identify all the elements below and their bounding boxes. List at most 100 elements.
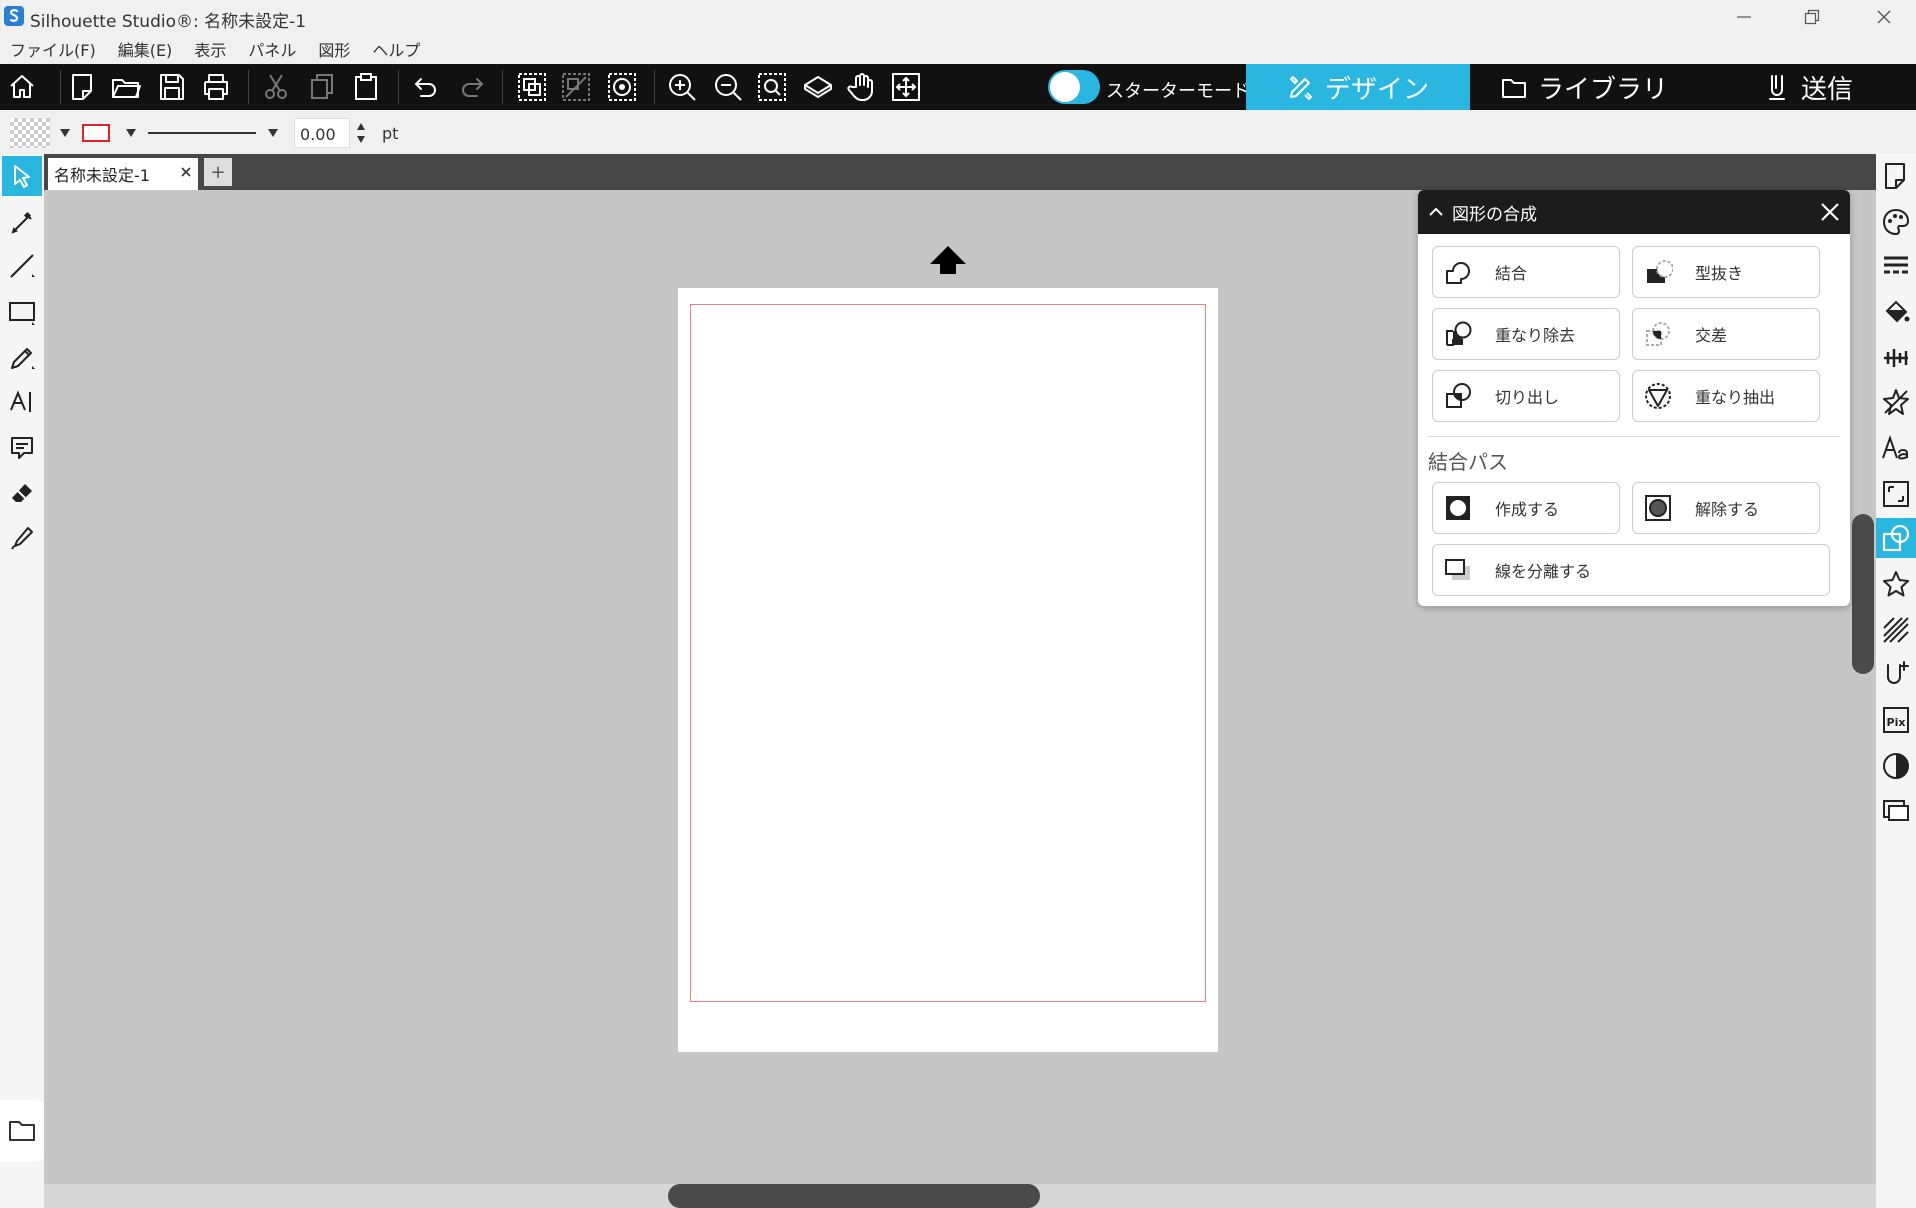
pan-hand-icon[interactable] xyxy=(840,64,884,110)
fit-all-icon[interactable] xyxy=(884,64,928,110)
group-icon[interactable] xyxy=(510,64,554,110)
page-setup-icon[interactable] xyxy=(1876,156,1916,196)
save-icon[interactable] xyxy=(150,64,194,110)
stroke-color-swatch[interactable] xyxy=(82,124,110,142)
send-panel-icon[interactable] xyxy=(1876,654,1916,694)
compound-path-heading: 結合パス xyxy=(1428,450,1508,474)
collapse-icon[interactable] xyxy=(1426,202,1446,222)
transform-panel-icon[interactable] xyxy=(1876,382,1916,422)
minimize-button[interactable] xyxy=(1716,0,1772,34)
release-compound-icon xyxy=(1643,493,1673,523)
paste-icon[interactable] xyxy=(344,64,388,110)
new-icon[interactable] xyxy=(60,64,104,110)
starter-mode-toggle[interactable] xyxy=(1048,70,1100,104)
line-tool-icon[interactable] xyxy=(2,246,42,286)
separate-lines-button[interactable]: 線を分離する xyxy=(1432,544,1830,596)
trace-panel-icon[interactable] xyxy=(1876,746,1916,786)
svg-text:Pix: Pix xyxy=(1887,716,1906,729)
right-panel-bar: Pix xyxy=(1876,154,1916,1208)
divide-icon xyxy=(1443,381,1473,411)
menu-view[interactable]: 表示 xyxy=(194,37,226,61)
home-icon[interactable] xyxy=(0,64,44,110)
line-style-panel-icon[interactable] xyxy=(1876,246,1916,286)
fit-page-icon[interactable] xyxy=(796,64,840,110)
rectangle-tool-icon[interactable] xyxy=(2,292,42,332)
crop-button[interactable]: 重なり抽出 xyxy=(1632,370,1820,422)
make-compound-button[interactable]: 作成する xyxy=(1432,482,1620,534)
divide-label: 切り出し xyxy=(1495,388,1560,407)
menu-help[interactable]: ヘルプ xyxy=(372,37,420,61)
app-logo-icon xyxy=(4,6,24,26)
undo-icon[interactable] xyxy=(404,64,448,110)
subtract-icon xyxy=(1643,257,1673,287)
document-tab[interactable]: 名称未設定-1 xyxy=(48,158,198,190)
print-icon[interactable] xyxy=(194,64,238,110)
copy-icon[interactable] xyxy=(300,64,344,110)
text-box-tool-icon[interactable] xyxy=(2,428,42,468)
select-tool-icon[interactable] xyxy=(2,156,42,196)
pixscan-panel-icon[interactable]: Pix xyxy=(1876,700,1916,740)
modify-panel-icon[interactable] xyxy=(1876,518,1916,558)
divide-button[interactable]: 切り出し xyxy=(1432,370,1620,422)
modify-panel-header[interactable]: 図形の合成 xyxy=(1418,190,1850,234)
line-width-spinner[interactable] xyxy=(355,118,367,148)
compound-icon[interactable] xyxy=(600,64,644,110)
fill-color-swatch[interactable] xyxy=(10,118,50,148)
line-width-input[interactable]: 0.00 xyxy=(294,118,350,148)
fill-pattern-panel-icon[interactable] xyxy=(1876,292,1916,332)
add-tab-button[interactable]: + xyxy=(204,158,232,186)
close-tab-icon[interactable] xyxy=(178,164,194,180)
subtract-all-button[interactable]: 重なり除去 xyxy=(1432,308,1620,360)
menu-panel[interactable]: パネル xyxy=(248,37,296,61)
weld-button[interactable]: 結合 xyxy=(1432,246,1620,298)
horizontal-scrollbar[interactable] xyxy=(668,1184,1040,1208)
menu-file[interactable]: ファイル(F) xyxy=(10,37,96,61)
line-settings-bar xyxy=(0,110,1916,154)
toolbar-divider xyxy=(654,70,655,104)
vertical-scrollbar[interactable] xyxy=(1852,514,1874,674)
text-style-panel-icon[interactable] xyxy=(1876,428,1916,468)
offset-panel-icon[interactable] xyxy=(1876,474,1916,514)
tab-design[interactable]: デザイン xyxy=(1246,64,1470,110)
close-icon[interactable] xyxy=(1818,200,1842,224)
favorites-panel-icon[interactable] xyxy=(1876,564,1916,604)
release-compound-button[interactable]: 解除する xyxy=(1632,482,1820,534)
panel-divider xyxy=(1428,436,1840,437)
intersect-button[interactable]: 交差 xyxy=(1632,308,1820,360)
modify-panel: 図形の合成 結合 型抜き 重なり除去 交差 切り出し 重なり抽出 結合パス 作成… xyxy=(1418,190,1850,606)
ungroup-icon[interactable] xyxy=(554,64,598,110)
text-tool-icon[interactable] xyxy=(2,382,42,422)
toggle-knob xyxy=(1050,72,1080,102)
zoom-out-icon[interactable] xyxy=(706,64,750,110)
tab-send[interactable]: 送信 xyxy=(1700,64,1916,110)
zoom-select-icon[interactable] xyxy=(750,64,794,110)
cut-icon[interactable] xyxy=(254,64,298,110)
print-cut-panel-icon[interactable] xyxy=(1876,790,1916,830)
line-style-preview[interactable] xyxy=(148,132,256,134)
restore-button[interactable] xyxy=(1784,0,1840,34)
edit-points-tool-icon[interactable] xyxy=(2,202,42,242)
modify-panel-title: 図形の合成 xyxy=(1452,204,1537,225)
stroke-dropdown-arrow-icon[interactable] xyxy=(126,129,136,137)
subtract-button[interactable]: 型抜き xyxy=(1632,246,1820,298)
line-style-dropdown-arrow-icon[interactable] xyxy=(268,129,278,137)
document-tab-title: 名称未設定-1 xyxy=(54,166,150,185)
open-icon[interactable] xyxy=(104,64,148,110)
separate-lines-label: 線を分離する xyxy=(1495,562,1592,581)
close-button[interactable] xyxy=(1856,0,1912,34)
align-panel-icon[interactable] xyxy=(1876,338,1916,378)
menu-edit[interactable]: 編集(E) xyxy=(118,37,173,61)
sketch-panel-icon[interactable] xyxy=(1876,610,1916,650)
fill-dropdown-arrow-icon[interactable] xyxy=(60,129,70,137)
tab-library[interactable]: ライブラリ xyxy=(1472,64,1696,110)
zoom-in-icon[interactable] xyxy=(660,64,704,110)
knife-tool-icon[interactable] xyxy=(2,518,42,558)
menu-shape[interactable]: 図形 xyxy=(318,37,350,61)
eraser-tool-icon[interactable] xyxy=(2,474,42,514)
weld-label: 結合 xyxy=(1495,264,1528,283)
fill-color-panel-icon[interactable] xyxy=(1876,202,1916,242)
pencil-tool-icon[interactable] xyxy=(2,338,42,378)
redo-icon[interactable] xyxy=(450,64,494,110)
tab-send-label: 送信 xyxy=(1800,74,1853,105)
tab-design-label: デザイン xyxy=(1324,74,1429,105)
